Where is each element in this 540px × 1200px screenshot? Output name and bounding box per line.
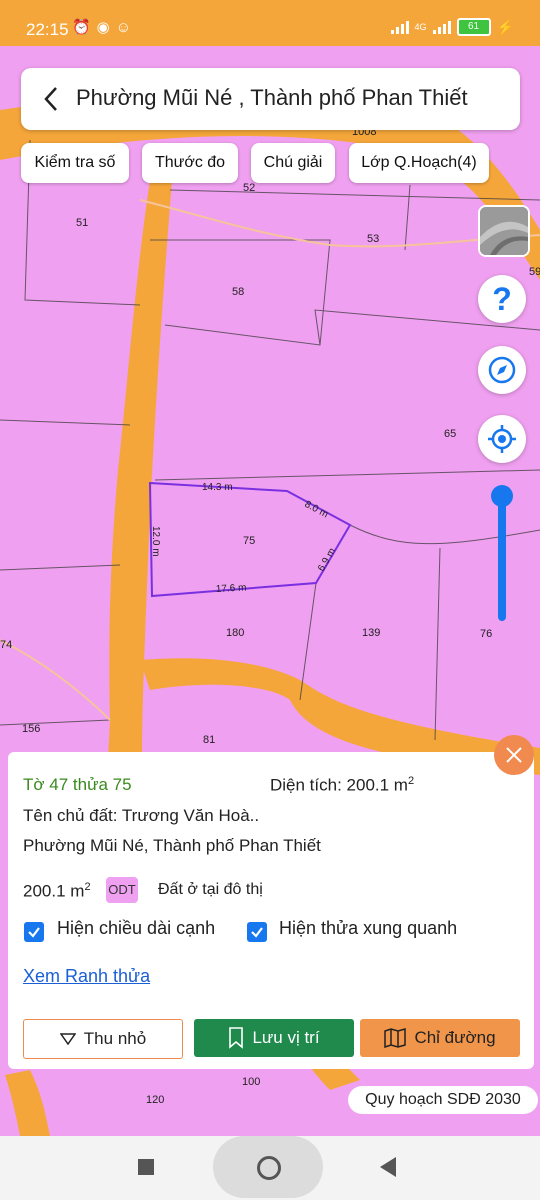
search-bar[interactable]: Phường Mũi Né , Thành phố Phan Thiết bbox=[21, 68, 520, 130]
collapse-button[interactable]: Thu nhỏ bbox=[23, 1019, 183, 1059]
owner-name: Tên chủ đất: Trương Văn Hoà.. bbox=[23, 806, 260, 825]
charging-icon: ⚡ bbox=[496, 18, 514, 35]
land-code-badge: ODT bbox=[106, 877, 138, 903]
land-area-value: 200.1 m bbox=[23, 881, 85, 901]
parcel-label-100[interactable]: 100 bbox=[242, 1076, 260, 1088]
parcel-label-139[interactable]: 139 bbox=[362, 627, 380, 639]
network-type: 4G bbox=[414, 22, 427, 32]
close-icon bbox=[506, 747, 522, 763]
compass-icon bbox=[488, 356, 516, 384]
notification-icons: ⏰◉☺ bbox=[72, 19, 138, 36]
help-button[interactable]: ? bbox=[478, 275, 526, 323]
check-icon-2 bbox=[251, 927, 263, 938]
parcel-id: Tờ 47 thửa 75 bbox=[23, 775, 132, 794]
show-edge-length-checkbox[interactable] bbox=[24, 922, 44, 942]
parcel-label-120[interactable]: 120 bbox=[146, 1094, 164, 1106]
parcel-address: Phường Mũi Né, Thành phố Phan Thiết bbox=[23, 836, 321, 855]
chip-planning-layer[interactable]: Lớp Q.Hoạch(4) bbox=[349, 143, 489, 183]
show-neighbor-parcels-label[interactable]: Hiện thửa xung quanh bbox=[279, 918, 457, 939]
parcel-label-74[interactable]: 74 bbox=[0, 639, 12, 651]
compass-button[interactable] bbox=[478, 346, 526, 394]
parcel-label-53[interactable]: 53 bbox=[367, 233, 379, 245]
parcel-label-51[interactable]: 51 bbox=[76, 217, 88, 229]
parcel-label-59[interactable]: 59 bbox=[529, 266, 540, 278]
satellite-layer-button[interactable] bbox=[478, 205, 530, 257]
parcel-label-65[interactable]: 65 bbox=[444, 428, 456, 440]
bookmark-icon bbox=[229, 1027, 244, 1049]
edge-length-bottom: 17.6 m bbox=[216, 582, 247, 595]
show-neighbor-parcels-checkbox[interactable] bbox=[247, 922, 267, 942]
edge-length-left: 12.0 m bbox=[150, 526, 161, 557]
chip-check-number[interactable]: Kiểm tra số bbox=[21, 143, 129, 183]
parcel-label-81[interactable]: 81 bbox=[203, 734, 215, 746]
directions-label: Chỉ đường bbox=[414, 1028, 496, 1047]
check-icon bbox=[28, 927, 40, 938]
parcel-label-75[interactable]: 75 bbox=[243, 535, 255, 547]
parcel-label-156[interactable]: 156 bbox=[22, 723, 40, 735]
crosshair-icon bbox=[488, 425, 516, 453]
view-boundary-link[interactable]: Xem Ranh thửa bbox=[23, 966, 150, 987]
search-title[interactable]: Phường Mũi Né , Thành phố Phan Thiết bbox=[76, 85, 468, 111]
land-area: 200.1 m2 bbox=[23, 881, 91, 902]
signal-icon-2 bbox=[432, 20, 451, 34]
opacity-slider-knob[interactable] bbox=[491, 485, 513, 507]
satellite-thumbnail-icon bbox=[480, 207, 528, 255]
map-icon bbox=[384, 1028, 407, 1048]
question-icon: ? bbox=[492, 280, 512, 317]
my-location-button[interactable] bbox=[478, 415, 526, 463]
chip-legend[interactable]: Chú giải bbox=[251, 143, 335, 183]
parcel-label-52[interactable]: 52 bbox=[243, 182, 255, 194]
land-area-sup: 2 bbox=[84, 881, 91, 893]
signal-icon bbox=[390, 20, 409, 34]
recents-icon[interactable] bbox=[138, 1159, 154, 1175]
home-icon bbox=[257, 1156, 281, 1180]
show-edge-length-label[interactable]: Hiện chiều dài cạnh bbox=[57, 918, 215, 939]
status-time: 22:15 bbox=[26, 20, 69, 39]
save-location-label: Lưu vị trí bbox=[252, 1028, 320, 1047]
opacity-slider-track[interactable] bbox=[498, 495, 506, 621]
system-nav-bar bbox=[0, 1136, 540, 1200]
parcel-area: Diện tích: 200.1 m2 bbox=[270, 775, 414, 796]
parcel-area-label: Diện tích: 200.1 m bbox=[270, 775, 408, 795]
directions-button[interactable]: Chỉ đường bbox=[360, 1019, 520, 1057]
collapse-label: Thu nhỏ bbox=[83, 1029, 147, 1048]
back-arrow-icon[interactable] bbox=[37, 82, 67, 116]
back-icon[interactable] bbox=[380, 1157, 396, 1177]
battery-icon: 61 bbox=[456, 18, 491, 36]
planning-year-pill[interactable]: Quy hoạch SDĐ 2030 bbox=[348, 1086, 538, 1114]
triangle-down-icon bbox=[59, 1033, 76, 1045]
parcel-label-180[interactable]: 180 bbox=[226, 627, 244, 639]
edge-length-top: 14.3 m bbox=[202, 482, 233, 493]
save-location-button[interactable]: Lưu vị trí bbox=[194, 1019, 354, 1057]
status-bar: 22:15 ⏰◉☺ 4G 61 ⚡ bbox=[0, 0, 540, 46]
land-use-description: Đất ở tại đô thị bbox=[158, 881, 263, 898]
parcel-label-58[interactable]: 58 bbox=[232, 286, 244, 298]
chip-measure[interactable]: Thước đo bbox=[142, 143, 238, 183]
close-panel-button[interactable] bbox=[494, 735, 534, 775]
parcel-area-sup: 2 bbox=[407, 775, 415, 787]
status-right: 4G 61 ⚡ bbox=[390, 18, 514, 36]
parcel-label-76[interactable]: 76 bbox=[480, 628, 492, 640]
